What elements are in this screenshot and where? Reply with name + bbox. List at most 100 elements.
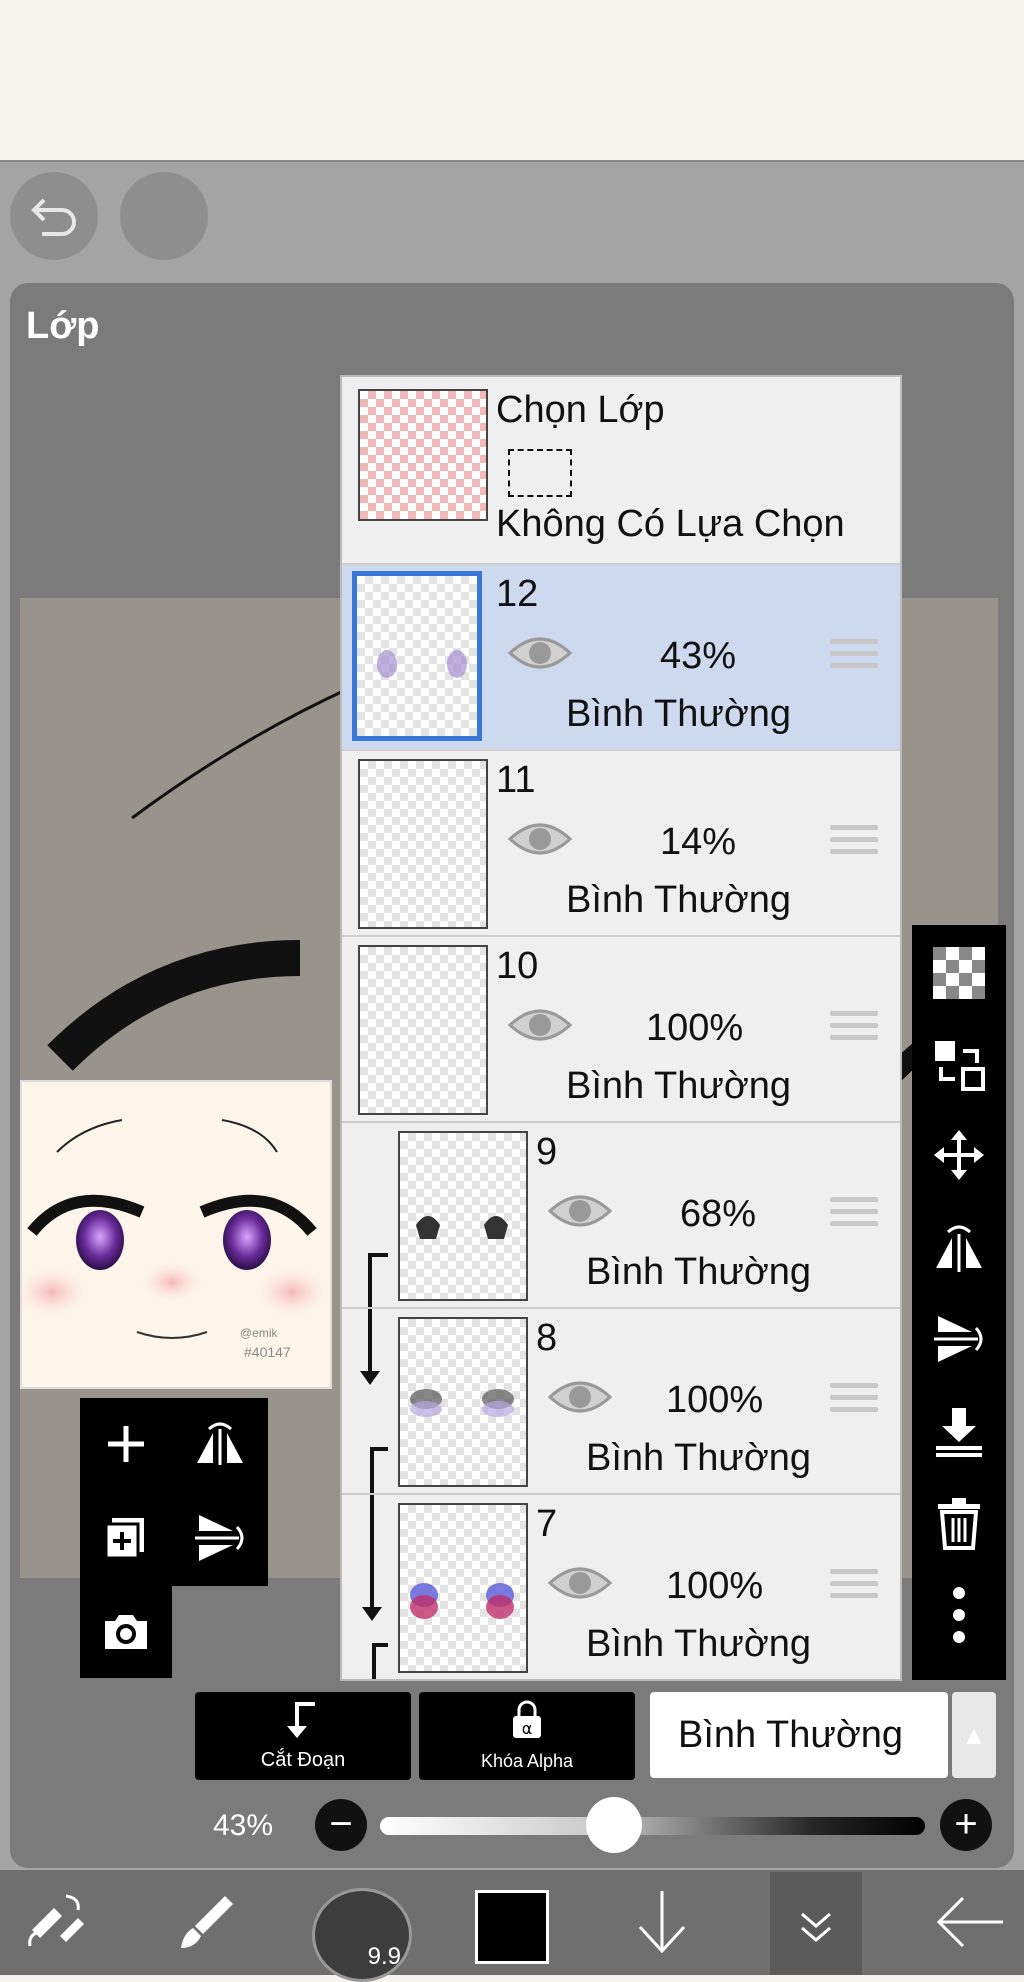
delete-layer-button[interactable]	[929, 1493, 989, 1553]
layers-list[interactable]: Chọn Lớp Không Có Lựa Chọn 12 43% Bình T…	[340, 375, 902, 1681]
swap-layers-icon	[935, 1041, 985, 1091]
plus-icon	[108, 1426, 144, 1462]
opacity-decrease-button[interactable]: −	[315, 1799, 367, 1851]
undo-button[interactable]	[10, 172, 98, 260]
visibility-eye-icon[interactable]	[506, 1003, 574, 1047]
clipping-button[interactable]: Cắt Đoạn	[195, 1692, 411, 1780]
selection-marquee-icon	[508, 449, 572, 497]
top-area	[0, 0, 1024, 162]
double-chevron-down-icon	[801, 1912, 831, 1942]
clip-arrow-icon	[362, 1495, 388, 1679]
opacity-slider-handle[interactable]	[586, 1797, 643, 1853]
layers-button[interactable]	[770, 1872, 862, 1975]
move-button[interactable]	[929, 1125, 989, 1185]
layer-opacity: 68%	[680, 1193, 757, 1235]
layer-thumbnail	[358, 945, 488, 1115]
import-photo-button[interactable]	[96, 1602, 156, 1662]
visibility-eye-icon[interactable]	[546, 1375, 614, 1419]
add-layer-button[interactable]	[96, 1414, 156, 1474]
drag-handle-icon[interactable]	[830, 1569, 878, 1605]
layer-number: 9	[536, 1131, 558, 1173]
brush-size-value: 9.9	[367, 1943, 401, 1970]
flip-horizontal-layer-button[interactable]	[929, 1217, 989, 1277]
drag-handle-icon[interactable]	[830, 1011, 878, 1047]
layer-opacity: 100%	[666, 1379, 764, 1421]
flip-horizontal-button[interactable]	[190, 1414, 250, 1474]
checkerboard-icon	[933, 947, 985, 999]
lock-alpha-icon: α	[513, 1700, 541, 1738]
drag-handle-icon[interactable]	[830, 1197, 878, 1233]
layer-opacity: 43%	[660, 635, 737, 677]
layer-opacity: 14%	[660, 821, 737, 863]
selection-layer-thumbnail	[358, 389, 488, 521]
svg-text:α: α	[522, 1719, 533, 1738]
flip-horizontal-icon	[936, 1225, 982, 1272]
layer-thumbnail	[398, 1317, 528, 1487]
drag-handle-icon[interactable]	[830, 1383, 878, 1419]
flip-vertical-layer-button[interactable]	[929, 1309, 989, 1369]
left-tool-group	[80, 1398, 268, 1586]
layer-number: 7	[536, 1503, 558, 1545]
layer-blend-mode: Bình Thường	[566, 879, 792, 921]
svg-text:@emik: @emik	[240, 1326, 279, 1340]
move-layer-content-button[interactable]	[929, 1035, 989, 1095]
drag-handle-icon[interactable]	[830, 825, 878, 861]
merge-down-icon	[936, 1408, 982, 1457]
move-down-button[interactable]	[620, 1880, 704, 1964]
layer-number: 8	[536, 1317, 558, 1359]
brush-tool-button[interactable]	[165, 1880, 249, 1964]
visibility-eye-icon[interactable]	[506, 817, 574, 861]
flip-vertical-icon	[195, 1515, 244, 1561]
alpha-lock-label: Khóa Alpha	[480, 1751, 574, 1771]
brush-icon	[181, 1896, 233, 1948]
arrow-down-icon	[638, 1891, 686, 1954]
current-color-swatch[interactable]	[475, 1890, 549, 1964]
back-button[interactable]	[928, 1880, 1012, 1964]
drag-handle-icon[interactable]	[830, 639, 878, 675]
tool-swap-icon	[28, 1894, 84, 1947]
blend-mode-select[interactable]: Bình Thường	[650, 1692, 948, 1778]
layer-row-8[interactable]: 8 100% Bình Thường	[342, 1309, 900, 1495]
visibility-eye-icon[interactable]	[506, 631, 574, 675]
opacity-increase-button[interactable]: +	[940, 1799, 992, 1851]
svg-text:#40147: #40147	[244, 1344, 291, 1360]
layer-number: 10	[496, 945, 539, 987]
redo-button[interactable]	[120, 172, 208, 260]
reference-preview[interactable]: @emik #40147	[12, 1080, 332, 1389]
merge-down-button[interactable]	[929, 1401, 989, 1461]
layer-blend-mode: Bình Thường	[566, 1065, 792, 1107]
alpha-lock-button[interactable]: α Khóa Alpha	[419, 1692, 635, 1780]
opacity-value: 43%	[213, 1809, 274, 1842]
layer-row-10[interactable]: 10 100% Bình Thường	[342, 937, 900, 1123]
layer-row-12[interactable]: 12 43% Bình Thường	[342, 565, 900, 751]
brush-size-indicator[interactable]: 9.9	[312, 1888, 412, 1982]
flip-vertical-button[interactable]	[190, 1508, 250, 1568]
clip-arrow-icon	[368, 1253, 388, 1307]
layer-blend-mode: Bình Thường	[586, 1623, 812, 1665]
more-options-button[interactable]	[929, 1585, 989, 1645]
flip-horizontal-icon	[197, 1422, 243, 1465]
selection-status: Không Có Lựa Chọn	[496, 503, 845, 545]
layer-thumbnail	[398, 1503, 528, 1673]
move-arrows-icon	[934, 1130, 984, 1180]
camera-icon	[105, 1615, 147, 1649]
undo-icon	[31, 198, 76, 236]
layer-number: 11	[496, 759, 536, 801]
copy-layer-button[interactable]	[96, 1508, 156, 1568]
blend-mode-dropdown-icon[interactable]: ▲	[952, 1692, 996, 1778]
layer-row-11[interactable]: 11 14% Bình Thường	[342, 751, 900, 937]
layer-row-7[interactable]: 7 100% Bình Thường	[342, 1495, 900, 1679]
selection-layer-row[interactable]: Chọn Lớp Không Có Lựa Chọn	[342, 377, 900, 565]
layer-row-9[interactable]: 9 68% Bình Thường	[342, 1123, 900, 1309]
right-tool-column	[912, 925, 1006, 1680]
layer-thumbnail	[352, 571, 482, 741]
layer-thumbnail	[398, 1131, 528, 1301]
tool-switch-button[interactable]	[14, 1880, 98, 1964]
layer-opacity: 100%	[666, 1565, 764, 1607]
visibility-eye-icon[interactable]	[546, 1189, 614, 1233]
opacity-slider-track[interactable]	[380, 1817, 925, 1835]
layer-blend-mode: Bình Thường	[586, 1251, 812, 1293]
visibility-eye-icon[interactable]	[546, 1561, 614, 1605]
transparency-button[interactable]	[929, 943, 989, 1003]
layer-thumbnail	[358, 759, 488, 929]
